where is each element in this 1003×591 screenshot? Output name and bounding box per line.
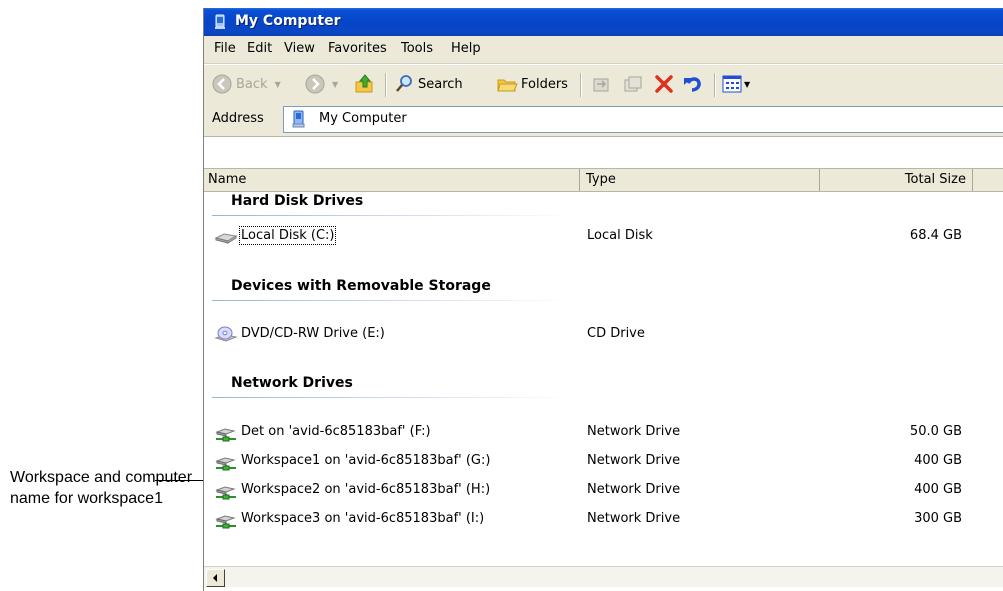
item-name: Local Disk (C:): [238, 226, 337, 245]
network-drive-icon: [215, 486, 236, 500]
callout-leader-line: [155, 480, 204, 481]
move-to-icon: [593, 78, 609, 92]
list-item[interactable]: Workspace3 on 'avid-6c85183baf' (I:) Net…: [204, 510, 1003, 530]
search-button[interactable]: Search: [394, 73, 463, 95]
address-bar: Address My Computer: [204, 103, 1003, 137]
undo-icon: [684, 77, 701, 92]
list-item[interactable]: DVD/CD-RW Drive (E:) CD Drive: [204, 325, 1003, 345]
item-size: 300 GB: [914, 511, 962, 526]
dvd-drive-icon: [214, 326, 238, 342]
back-button[interactable]: Back ▼: [212, 73, 281, 95]
delete-button[interactable]: [653, 73, 675, 95]
move-to-button[interactable]: [591, 73, 613, 95]
column-header: Name Type Total Size: [204, 168, 1003, 192]
item-size: 400 GB: [914, 453, 962, 468]
undo-button[interactable]: [682, 73, 704, 95]
copy-to-icon: [624, 76, 642, 92]
window-title: My Computer: [235, 13, 341, 29]
search-label: Search: [418, 76, 463, 92]
toolbar-separator: [580, 73, 582, 97]
network-drive-icon: [215, 515, 236, 529]
search-icon: [396, 75, 412, 92]
up-folder-icon: [355, 74, 373, 93]
toolbar-separator: [714, 73, 716, 97]
menu-edit[interactable]: Edit: [247, 41, 272, 56]
hard-disk-icon: [214, 233, 238, 244]
item-type: Network Drive: [587, 482, 681, 497]
item-size: 400 GB: [914, 482, 962, 497]
forward-arrow-icon: [305, 74, 325, 94]
menu-view[interactable]: View: [284, 41, 315, 56]
callout-annotation: Workspace and computer name for workspac…: [10, 469, 193, 507]
scroll-left-arrow-icon: [213, 574, 217, 582]
address-value: My Computer: [319, 111, 407, 126]
up-button[interactable]: [354, 73, 376, 95]
forward-dropdown-icon[interactable]: ▼: [332, 80, 338, 89]
file-list: Name Type Total Size Hard Disk Drives Lo…: [204, 137, 1003, 591]
delete-icon: [655, 75, 673, 93]
item-type: CD Drive: [587, 326, 645, 341]
item-type: Network Drive: [587, 453, 681, 468]
toolbar: Back ▼ ▼ Search Folders ▼: [204, 64, 1003, 104]
column-total-size[interactable]: Total Size: [820, 169, 973, 191]
views-button[interactable]: ▼: [722, 73, 750, 95]
network-drive-icon: [215, 428, 236, 442]
back-arrow-icon: [212, 74, 232, 94]
toolbar-separator: [385, 73, 387, 97]
my-computer-icon: [292, 110, 305, 128]
forward-button[interactable]: ▼: [305, 73, 338, 95]
group-header-removable-storage: Devices with Removable Storage: [231, 278, 491, 294]
menu-tools[interactable]: Tools: [401, 41, 433, 56]
item-name: Workspace2 on 'avid-6c85183baf' (H:): [241, 482, 491, 497]
group-divider: [212, 397, 572, 398]
group-header-network-drives: Network Drives: [231, 375, 353, 391]
network-drive-icon: [215, 457, 236, 471]
folders-icon: [497, 79, 518, 92]
menu-help[interactable]: Help: [451, 41, 481, 56]
views-icon: [722, 75, 742, 93]
group-header-hard-disk-drives: Hard Disk Drives: [231, 193, 364, 209]
back-label: Back: [236, 76, 268, 92]
list-item[interactable]: Det on 'avid-6c85183baf' (F:) Network Dr…: [204, 423, 1003, 443]
item-name: Workspace3 on 'avid-6c85183baf' (I:): [241, 511, 485, 526]
menu-file[interactable]: File: [214, 41, 236, 56]
item-type: Local Disk: [587, 228, 653, 243]
menu-favorites[interactable]: Favorites: [328, 41, 387, 56]
list-item[interactable]: Workspace1 on 'avid-6c85183baf' (G:) Net…: [204, 452, 1003, 472]
item-name: Workspace1 on 'avid-6c85183baf' (G:): [241, 453, 491, 468]
item-size: 50.0 GB: [909, 424, 962, 439]
list-item[interactable]: Local Disk (C:) Local Disk 68.4 GB: [204, 226, 1003, 247]
horizontal-scrollbar[interactable]: [204, 566, 1003, 587]
item-name: DVD/CD-RW Drive (E:): [241, 326, 385, 341]
menu-bar: File Edit View Favorites Tools Help: [204, 36, 1003, 64]
column-type[interactable]: Type: [580, 169, 820, 191]
scroll-left-button[interactable]: [206, 569, 225, 587]
copy-to-button[interactable]: [622, 73, 644, 95]
folders-button[interactable]: Folders: [496, 73, 568, 95]
folders-label: Folders: [521, 76, 568, 92]
item-name: Det on 'avid-6c85183baf' (F:): [241, 424, 431, 439]
address-label: Address: [212, 111, 264, 126]
column-name[interactable]: Name: [204, 169, 580, 191]
views-dropdown-icon[interactable]: ▼: [744, 80, 750, 89]
group-divider: [212, 215, 572, 216]
item-type: Network Drive: [587, 424, 681, 439]
explorer-window: My Computer File Edit View Favorites Too…: [203, 8, 1003, 591]
list-item[interactable]: Workspace2 on 'avid-6c85183baf' (H:) Net…: [204, 481, 1003, 501]
back-dropdown-icon[interactable]: ▼: [275, 80, 281, 89]
address-field[interactable]: My Computer: [283, 106, 1003, 133]
item-type: Network Drive: [587, 511, 681, 526]
item-size: 68.4 GB: [909, 228, 962, 243]
group-divider: [212, 300, 572, 301]
title-bar[interactable]: My Computer: [204, 8, 1003, 36]
my-computer-icon: [215, 14, 225, 29]
